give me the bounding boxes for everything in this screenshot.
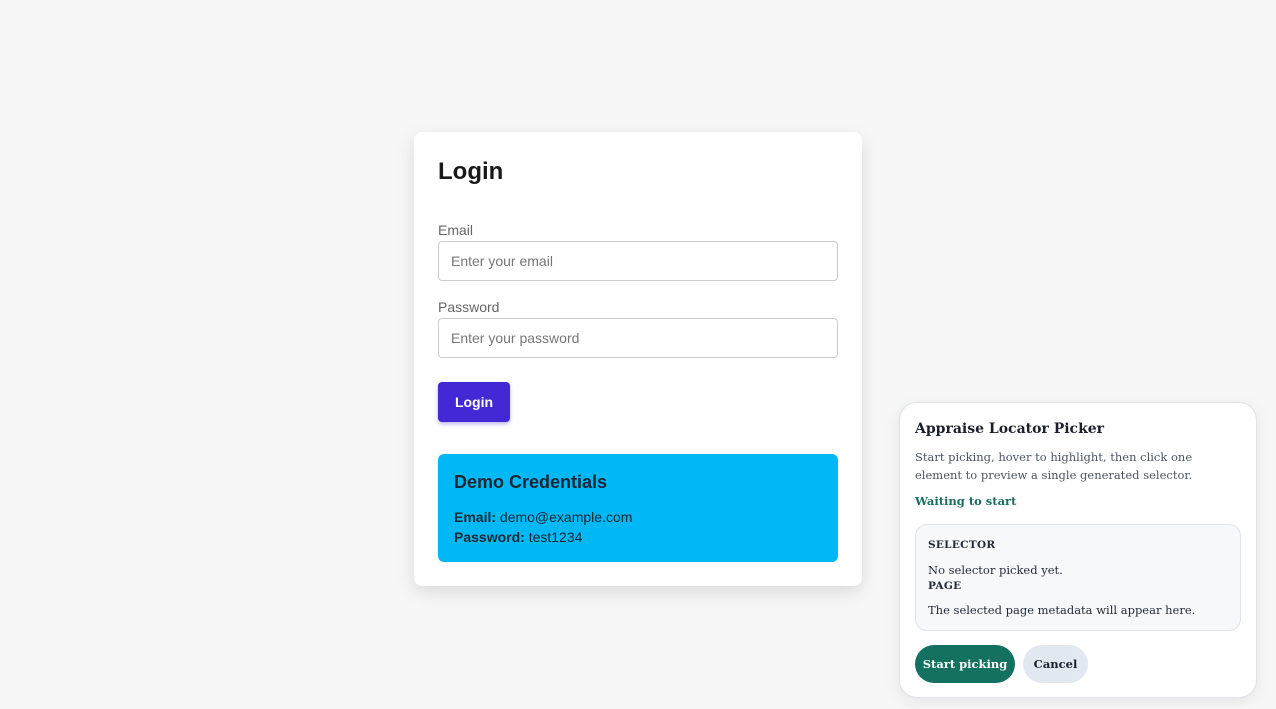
login-title: Login <box>438 158 504 185</box>
page-label: PAGE <box>928 580 962 592</box>
email-label: Email <box>438 222 474 238</box>
demo-email-value: demo@example.com <box>499 509 633 525</box>
demo-password-label: Password: <box>454 529 525 545</box>
login-card: Login Email Password Login Demo Credenti… <box>414 132 862 586</box>
password-label: Password <box>438 299 500 315</box>
demo-email-label: Email: <box>454 509 497 525</box>
locator-picker-panel: Appraise Locator Picker Start picking, h… <box>899 402 1257 698</box>
demo-password-value: test1234 <box>528 529 583 545</box>
cancel-button[interactable]: Cancel <box>1023 645 1088 683</box>
selector-value: No selector picked yet. <box>928 563 1063 577</box>
demo-password-line: Password: test1234 <box>454 527 822 547</box>
demo-credentials-title: Demo Credentials <box>454 472 608 492</box>
picker-info-box: SELECTOR No selector picked yet. PAGE Th… <box>915 524 1241 631</box>
picker-status: Waiting to start <box>915 494 1017 508</box>
selector-label: SELECTOR <box>928 539 996 551</box>
picker-title: Appraise Locator Picker <box>915 421 1105 437</box>
login-button[interactable]: Login <box>438 382 510 422</box>
page-value: The selected page metadata will appear h… <box>928 603 1196 617</box>
demo-email-line: Email: demo@example.com <box>454 507 822 527</box>
password-input[interactable] <box>438 318 838 358</box>
demo-credentials-box: Demo Credentials Email: demo@example.com… <box>438 454 838 562</box>
start-picking-button[interactable]: Start picking <box>915 645 1015 683</box>
picker-description: Start picking, hover to highlight, then … <box>915 450 1193 482</box>
email-input[interactable] <box>438 241 838 281</box>
